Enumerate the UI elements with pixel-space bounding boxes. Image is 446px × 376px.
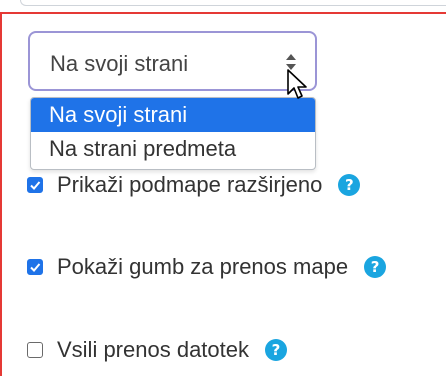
- show-download-folder-button-checkbox[interactable]: [27, 259, 43, 275]
- show-subfolders-expanded-checkbox[interactable]: [27, 177, 43, 193]
- mouse-pointer-icon: [287, 69, 307, 99]
- previous-field-border: [20, 0, 446, 6]
- help-icon[interactable]: ?: [338, 174, 361, 196]
- dropdown-option-na-strani-predmeta[interactable]: Na strani predmeta: [31, 132, 315, 166]
- show-subfolders-expanded-label: Prikaži podmape razširjeno: [57, 172, 323, 197]
- show-download-folder-button-row[interactable]: Pokaži gumb za prenos mape ?: [27, 252, 387, 282]
- force-file-download-row[interactable]: Vsili prenos datotek ?: [27, 335, 287, 365]
- select-dropdown: Na svoji strani Na strani predmeta: [30, 97, 316, 170]
- help-icon[interactable]: ?: [265, 339, 287, 361]
- select-value: Na svoji strani: [50, 51, 189, 76]
- help-icon[interactable]: ?: [364, 256, 387, 278]
- force-file-download-checkbox[interactable]: [27, 342, 43, 358]
- check-icon: [30, 181, 41, 190]
- position-select[interactable]: Na svoji strani: [28, 31, 317, 91]
- dropdown-option-na-svoji-strani[interactable]: Na svoji strani: [31, 98, 315, 132]
- show-subfolders-expanded-row[interactable]: Prikaži podmape razširjeno ?: [27, 170, 361, 200]
- check-icon: [30, 263, 41, 272]
- show-download-folder-button-label: Pokaži gumb za prenos mape: [57, 254, 349, 279]
- force-file-download-label: Vsili prenos datotek: [57, 337, 249, 362]
